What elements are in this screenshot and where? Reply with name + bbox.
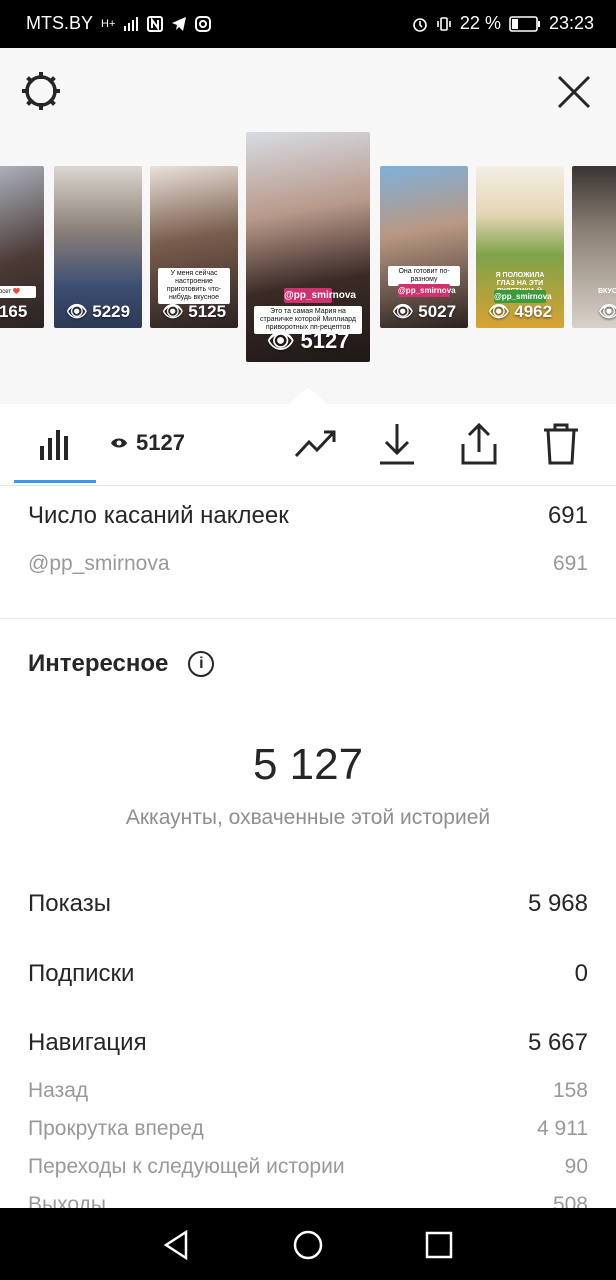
nav-forward-value: 4 911 — [537, 1117, 588, 1140]
nfc-icon — [147, 15, 164, 32]
telegram-icon — [172, 16, 187, 31]
story-thumbnail-selected[interactable]: @pp_smirnova Это та самая Мария на стран… — [246, 132, 370, 362]
impressions-label: Показы — [28, 890, 111, 917]
nav-next-story-value: 90 — [564, 1155, 588, 1178]
insights-header: Интересное i — [28, 650, 215, 678]
vibrate-icon — [437, 16, 451, 31]
recents-square-icon[interactable] — [422, 1228, 456, 1262]
insights-title: Интересное — [28, 650, 169, 677]
home-circle-icon[interactable] — [291, 1228, 325, 1262]
insights-tab-indicator — [14, 480, 96, 483]
download-icon[interactable] — [378, 422, 416, 466]
story-thumbnail[interactable]: Я ПОЛОЖИЛА ГЛАЗ НА ЭТИ РУЛЕТИКИ 😋 @pp_sm… — [476, 166, 564, 328]
system-nav-bar — [0, 1208, 616, 1280]
story-thumbnail[interactable]: У меня сейчас настроение приготовить что… — [150, 166, 238, 328]
story-views: 👁 5229 — [65, 302, 131, 321]
reach-value: 5 127 — [252, 740, 364, 789]
sticker-taps-label: Число касаний наклеек — [28, 502, 289, 529]
network-type: H+ — [101, 17, 116, 30]
settings-gear-icon[interactable] — [20, 70, 62, 112]
share-icon[interactable] — [460, 422, 498, 466]
nav-forward-label: Прокрутка вперед — [28, 1117, 204, 1140]
follows-label: Подписки — [28, 960, 135, 987]
signal-icon — [124, 16, 139, 31]
story-views: 👁 4962 — [487, 302, 553, 321]
back-triangle-icon[interactable] — [160, 1228, 194, 1262]
story-viewer-header — [0, 48, 616, 132]
clock: 23:23 — [548, 13, 594, 33]
stories-carousel[interactable]: на фотосет ❤️ 👁 165 👁 5229 У меня сейчас… — [0, 132, 616, 404]
story-thumbnail[interactable]: Она готовит по-разному @pp_smirnova 👁 50… — [380, 166, 468, 328]
follows-row: Подписки 0 — [28, 960, 588, 988]
story-views: 👁 5125 — [161, 302, 227, 321]
story-views: 👁 5027 — [391, 302, 457, 321]
eye-icon — [111, 438, 127, 448]
impressions-row: Показы 5 968 — [28, 890, 588, 918]
navigation-value: 5 667 — [527, 1029, 588, 1056]
story-thumbnail[interactable]: ВКУСНЯШ 👁 4 — [572, 166, 616, 328]
nav-next-story-label: Переходы к следующей истории — [28, 1155, 345, 1178]
impressions-value: 5 968 — [527, 890, 588, 917]
insights-bar-chart-icon[interactable] — [38, 424, 72, 464]
nav-back-value: 158 — [552, 1079, 588, 1102]
info-icon[interactable]: i — [188, 651, 215, 677]
section-divider — [0, 618, 616, 619]
follows-value: 0 — [574, 960, 588, 987]
selection-pointer — [288, 388, 328, 404]
trend-up-icon[interactable] — [294, 426, 338, 462]
story-thumbnail[interactable]: на фотосет ❤️ 👁 165 — [0, 166, 44, 328]
story-views: 👁 165 — [0, 302, 28, 321]
status-bar: MTS.BY H+ 22 % 23:23 — [0, 0, 616, 48]
reach-label: Аккаунты, охваченные этой историей — [125, 806, 491, 829]
alarm-icon — [413, 17, 427, 32]
viewers-count[interactable]: 5127 — [110, 430, 185, 456]
navigation-label: Навигация — [28, 1029, 147, 1056]
mention-taps-label: @pp_smirnova — [28, 552, 170, 575]
mention-taps-row[interactable]: @pp_smirnova 691 — [28, 552, 588, 576]
nav-back-label: Назад — [28, 1079, 89, 1102]
nav-back-row: Назад 158 — [28, 1079, 588, 1103]
nav-forward-row: Прокрутка вперед 4 911 — [28, 1117, 588, 1141]
trash-icon[interactable] — [542, 422, 580, 466]
story-views: 👁 5127 — [266, 328, 350, 353]
battery-percent: 22 % — [459, 13, 501, 33]
mention-taps-value: 691 — [552, 552, 588, 575]
close-icon[interactable] — [554, 72, 594, 112]
carrier-label: MTS.BY — [26, 13, 94, 33]
story-thumbnail[interactable]: 👁 5229 — [54, 166, 142, 328]
instagram-icon — [195, 15, 212, 32]
navigation-row: Навигация 5 667 — [28, 1029, 588, 1057]
sticker-taps-value: 691 — [547, 502, 588, 529]
story-views: 👁 4 — [598, 302, 616, 321]
battery-icon — [509, 15, 540, 32]
sticker-taps-row: Число касаний наклеек 691 — [28, 502, 588, 530]
nav-next-story-row: Переходы к следующей истории 90 — [28, 1155, 588, 1179]
